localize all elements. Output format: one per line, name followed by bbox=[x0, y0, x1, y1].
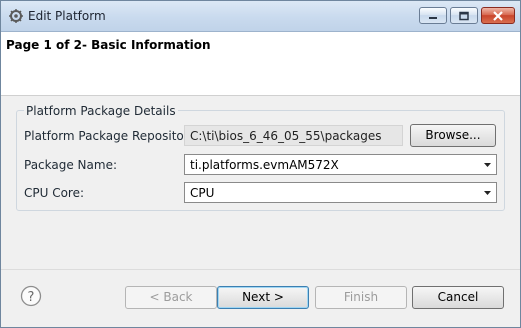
gear-icon bbox=[9, 9, 23, 23]
minimize-button[interactable] bbox=[419, 7, 447, 24]
chevron-down-icon bbox=[484, 163, 491, 167]
cpu-core-select[interactable]: CPU bbox=[184, 182, 497, 203]
edit-platform-dialog: Edit Platform Page 1 of 2- Basic Informa… bbox=[0, 0, 521, 328]
close-icon bbox=[493, 10, 503, 21]
close-button[interactable] bbox=[481, 7, 515, 24]
title-bar[interactable]: Edit Platform bbox=[1, 1, 520, 32]
cpu-core-value: CPU bbox=[190, 186, 215, 200]
finish-button[interactable]: Finish bbox=[315, 286, 407, 309]
cpu-core-label: CPU Core: bbox=[24, 186, 85, 200]
repository-field: C:\ti\bios_6_46_05_55\packages bbox=[184, 125, 403, 146]
back-button[interactable]: < Back bbox=[125, 286, 217, 309]
maximize-icon bbox=[459, 11, 469, 20]
browse-button[interactable]: Browse... bbox=[410, 124, 496, 147]
page-title: Page 1 of 2- Basic Information bbox=[6, 38, 211, 52]
wizard-header: Page 1 of 2- Basic Information bbox=[1, 32, 520, 96]
window-title: Edit Platform bbox=[28, 9, 106, 23]
package-name-select[interactable]: ti.platforms.evmAM572X bbox=[184, 154, 497, 175]
repository-label: Platform Package Repository: bbox=[24, 129, 199, 143]
next-button[interactable]: Next > bbox=[217, 286, 309, 309]
group-title: Platform Package Details bbox=[24, 104, 178, 118]
minimize-icon bbox=[429, 16, 437, 19]
maximize-button[interactable] bbox=[450, 7, 478, 24]
package-name-value: ti.platforms.evmAM572X bbox=[190, 158, 339, 172]
cancel-button[interactable]: Cancel bbox=[412, 286, 504, 309]
footer-separator bbox=[1, 269, 520, 270]
help-icon[interactable]: ? bbox=[20, 285, 42, 307]
svg-text:?: ? bbox=[28, 290, 35, 305]
chevron-down-icon bbox=[484, 191, 491, 195]
package-name-label: Package Name: bbox=[24, 158, 117, 172]
